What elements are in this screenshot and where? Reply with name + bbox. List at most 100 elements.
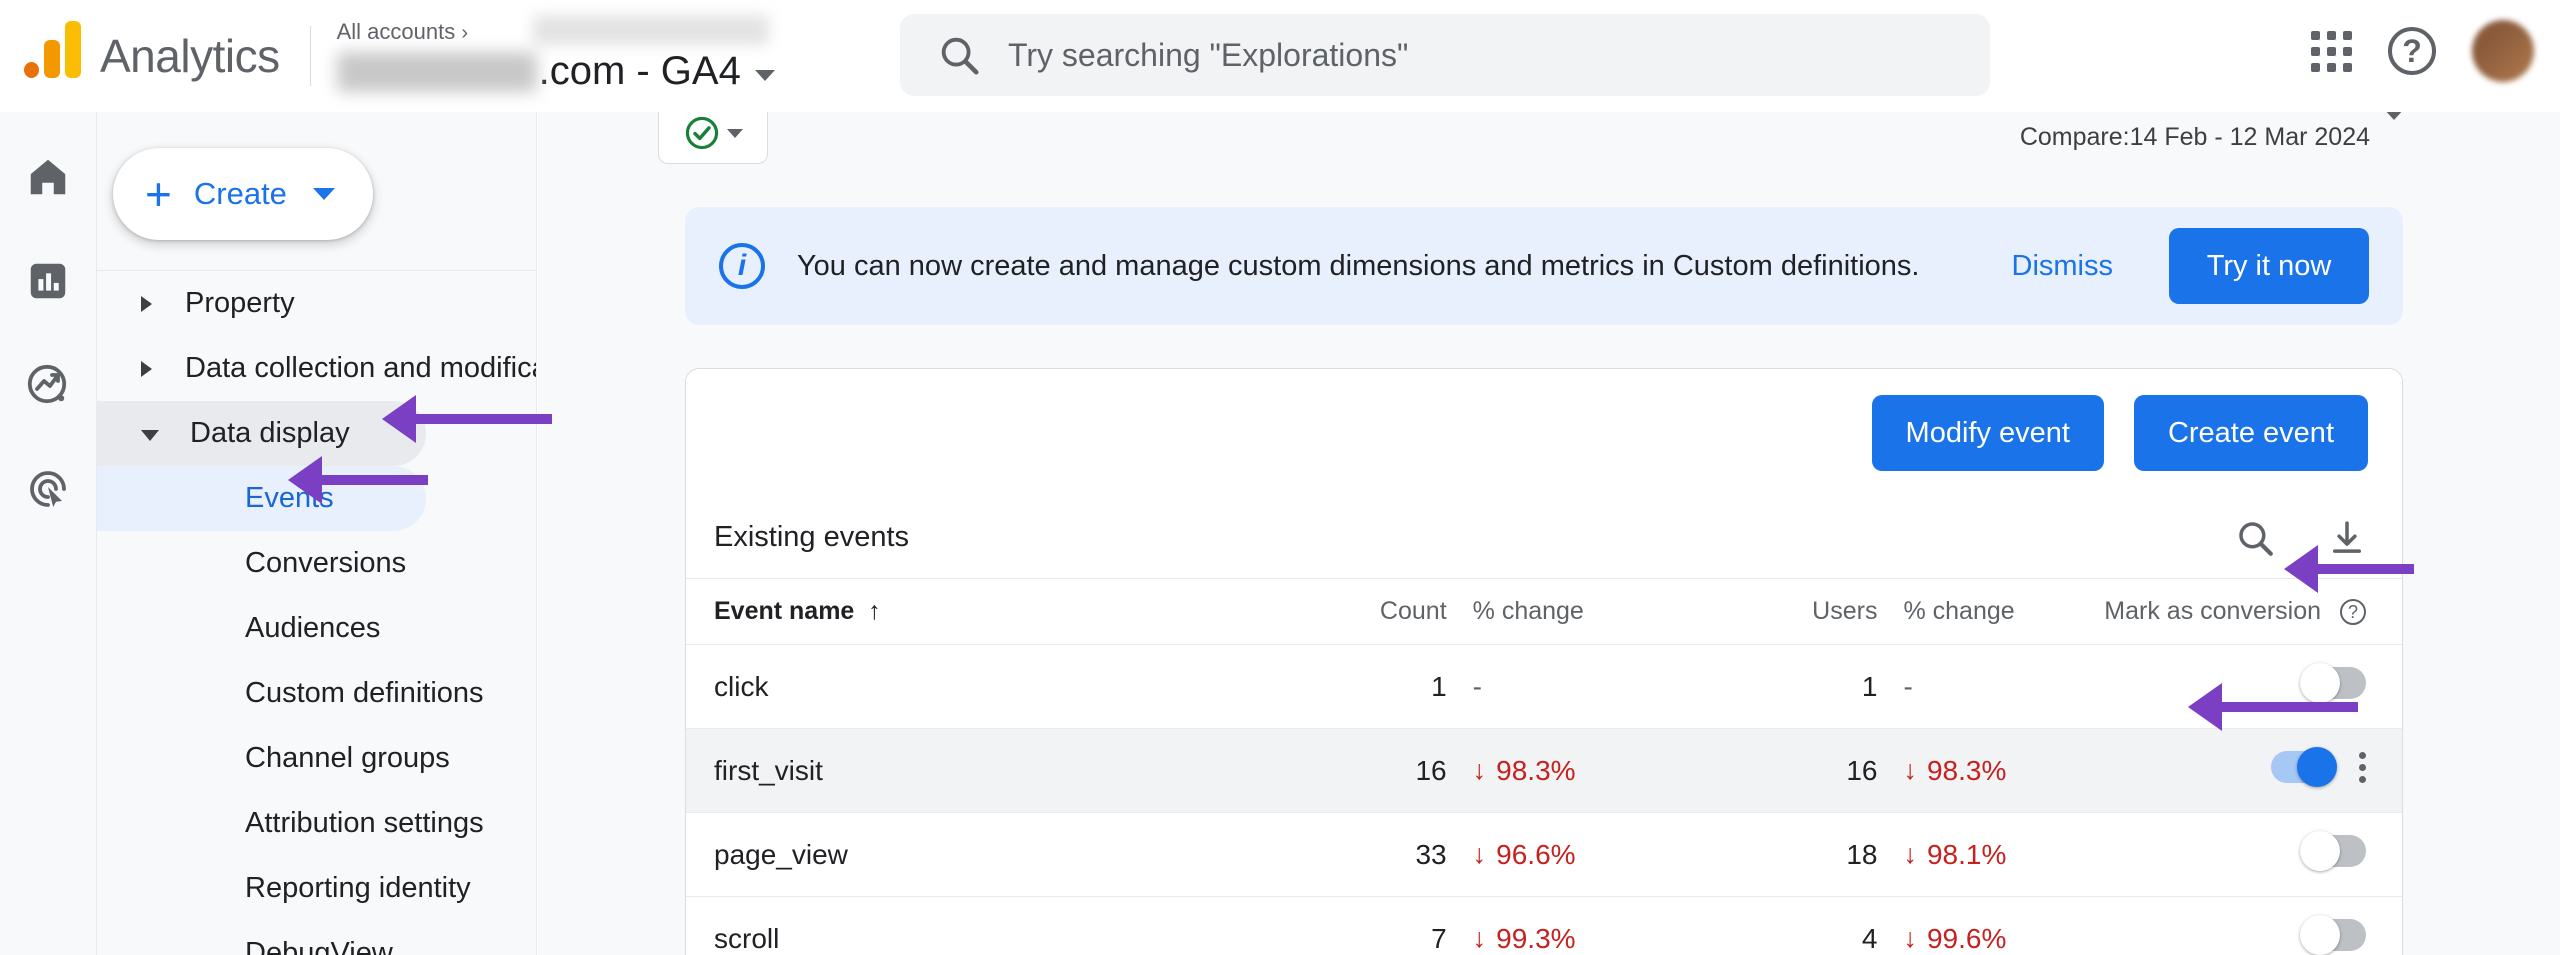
chevron-down-icon (141, 430, 159, 441)
sidebar-item-label: DebugView (245, 937, 393, 955)
arrow-down-icon: ↓ (1472, 755, 1487, 786)
cell-count: 33 (1218, 812, 1447, 897)
cell-event-name: scroll (686, 896, 1219, 955)
sidebar-item-events[interactable]: Events (97, 466, 426, 531)
column-header-event-name[interactable]: Event name ↑ (686, 579, 1219, 645)
sidebar-group-data-collection[interactable]: Data collection and modifica... (97, 336, 536, 401)
cell-users: 16 (1665, 728, 1878, 813)
info-banner: i You can now create and manage custom d… (685, 207, 2403, 325)
cell-count: 7 (1218, 896, 1447, 955)
sidebar-item-conversions[interactable]: Conversions (97, 531, 536, 596)
help-circle-icon[interactable]: ? (2340, 599, 2366, 626)
download-icon[interactable] (2326, 517, 2368, 559)
arrow-down-icon: ↓ (1903, 839, 1917, 870)
apps-grid-icon[interactable] (2311, 30, 2352, 72)
cell-count-change: ↓ 99.3% (1446, 896, 1666, 955)
chevron-right-icon (141, 360, 152, 377)
column-header-mark-as-conversion[interactable]: Mark as conversion ? (2104, 579, 2402, 645)
reports-icon[interactable] (21, 254, 75, 308)
avatar[interactable] (2472, 20, 2534, 82)
analytics-logo-icon (18, 20, 90, 92)
cell-count-change: ↓ 96.6% (1446, 812, 1666, 897)
cell-mark-as-conversion (2104, 812, 2402, 897)
help-icon[interactable]: ? (2388, 27, 2436, 75)
sidebar-item-debugview[interactable]: DebugView (97, 921, 536, 955)
top-bar: Analytics All accounts › .com - GA4 Try … (0, 0, 2560, 112)
chevron-down-icon[interactable] (754, 70, 775, 81)
arrow-down-icon: ↓ (1903, 755, 1917, 786)
events-table: Event name ↑ Count % change Users % chan… (686, 579, 2402, 955)
cell-users: 4 (1665, 896, 1878, 955)
sidebar-group-data-display[interactable]: Data display (97, 401, 426, 466)
column-header-users[interactable]: Users (1665, 579, 1878, 645)
conversion-toggle[interactable] (2300, 915, 2366, 955)
sidebar-item-label: Channel groups (245, 742, 450, 774)
table-row[interactable]: first_visit 16 ↓ 98.3% 16 ↓ 98.3% (686, 728, 2402, 813)
info-banner-message: You can now create and manage custom dim… (797, 249, 1920, 282)
sidebar-item-custom-definitions[interactable]: Custom definitions (97, 661, 536, 726)
breadcrumb-all-accounts[interactable]: All accounts (337, 19, 456, 44)
sidebar-item-label: Events (245, 482, 334, 514)
sort-ascending-icon: ↑ (861, 597, 881, 625)
arrow-down-icon: ↓ (1472, 839, 1487, 870)
cell-count: 1 (1218, 644, 1447, 729)
search-icon[interactable] (2234, 517, 2276, 559)
home-icon[interactable] (21, 150, 75, 204)
sidebar-item-attribution-settings[interactable]: Attribution settings (97, 791, 536, 856)
sidebar-group-label: Data collection and modifica... (185, 352, 537, 384)
cell-users: 18 (1665, 812, 1878, 897)
sidebar-group-label: Data display (190, 417, 350, 449)
breadcrumb[interactable]: All accounts › (337, 19, 468, 45)
cell-count: 16 (1218, 728, 1447, 813)
explore-icon[interactable] (21, 358, 75, 412)
conversion-toggle[interactable] (2271, 747, 2337, 787)
search-placeholder: Try searching "Explorations" (1008, 36, 1409, 73)
create-button[interactable]: + Create (113, 148, 373, 240)
cell-mark-as-conversion (2104, 644, 2402, 729)
sidebar-item-label: Reporting identity (245, 872, 471, 904)
sidebar-item-audiences[interactable]: Audiences (97, 596, 536, 661)
arrow-down-icon: ↓ (1903, 923, 1917, 954)
card-subheader: Existing events (686, 497, 2402, 579)
sidebar-item-label: Audiences (245, 612, 381, 644)
sidebar-group-label: Property (185, 287, 295, 319)
search-input[interactable]: Try searching "Explorations" (900, 14, 1990, 96)
cell-event-name: click (686, 644, 1219, 729)
create-event-button[interactable]: Create event (2133, 395, 2368, 471)
arrow-down-icon: ↓ (1472, 923, 1487, 954)
table-header-row: Event name ↑ Count % change Users % chan… (686, 579, 2402, 645)
conversion-toggle[interactable] (2300, 831, 2366, 871)
conversion-toggle[interactable] (2300, 663, 2366, 703)
chevron-down-icon[interactable] (312, 188, 335, 200)
sidebar-item-reporting-identity[interactable]: Reporting identity (97, 856, 536, 921)
table-row[interactable]: page_view 33 ↓ 96.6% 18 ↓ 98.1% (686, 812, 2402, 897)
column-header-count[interactable]: Count (1218, 579, 1447, 645)
divider (309, 26, 311, 86)
column-header-users-change[interactable]: % change (1877, 579, 2105, 645)
card-actions: Modify event Create event (686, 369, 2402, 497)
chevron-down-icon[interactable] (727, 128, 743, 138)
ga4-events-page: Analytics All accounts › .com - GA4 Try … (0, 0, 2560, 955)
icon-rail (0, 112, 97, 955)
cell-count-change: ↓ 98.3% (1446, 728, 1666, 813)
cell-mark-as-conversion (2104, 728, 2402, 813)
row-more-options-icon[interactable] (2359, 751, 2366, 783)
sidebar-item-label: Attribution settings (245, 807, 484, 839)
dismiss-button[interactable]: Dismiss (2012, 250, 2114, 283)
table-row[interactable]: scroll 7 ↓ 99.3% 4 ↓ 99.6% (686, 896, 2402, 955)
table-row[interactable]: click 1 - 1 - (686, 644, 2402, 729)
column-header-count-change[interactable]: % change (1446, 579, 1666, 645)
data-status-badge[interactable] (658, 112, 768, 164)
plus-icon: + (145, 168, 172, 220)
chevron-right-icon: › (461, 22, 468, 44)
main-content: i You can now create and manage custom d… (538, 112, 2560, 955)
try-it-now-button[interactable]: Try it now (2169, 228, 2369, 304)
property-selector[interactable]: .com - GA4 (336, 49, 775, 94)
advertising-icon[interactable] (21, 462, 75, 516)
modify-event-button[interactable]: Modify event (1871, 395, 2104, 471)
create-button-label: Create (193, 176, 287, 211)
sidebar-item-channel-groups[interactable]: Channel groups (97, 726, 536, 791)
date-range-compare: Compare:14 Feb - 12 Mar 2024 (2019, 123, 2370, 151)
cell-mark-as-conversion (2104, 896, 2402, 955)
sidebar-group-property[interactable]: Property (97, 271, 536, 336)
